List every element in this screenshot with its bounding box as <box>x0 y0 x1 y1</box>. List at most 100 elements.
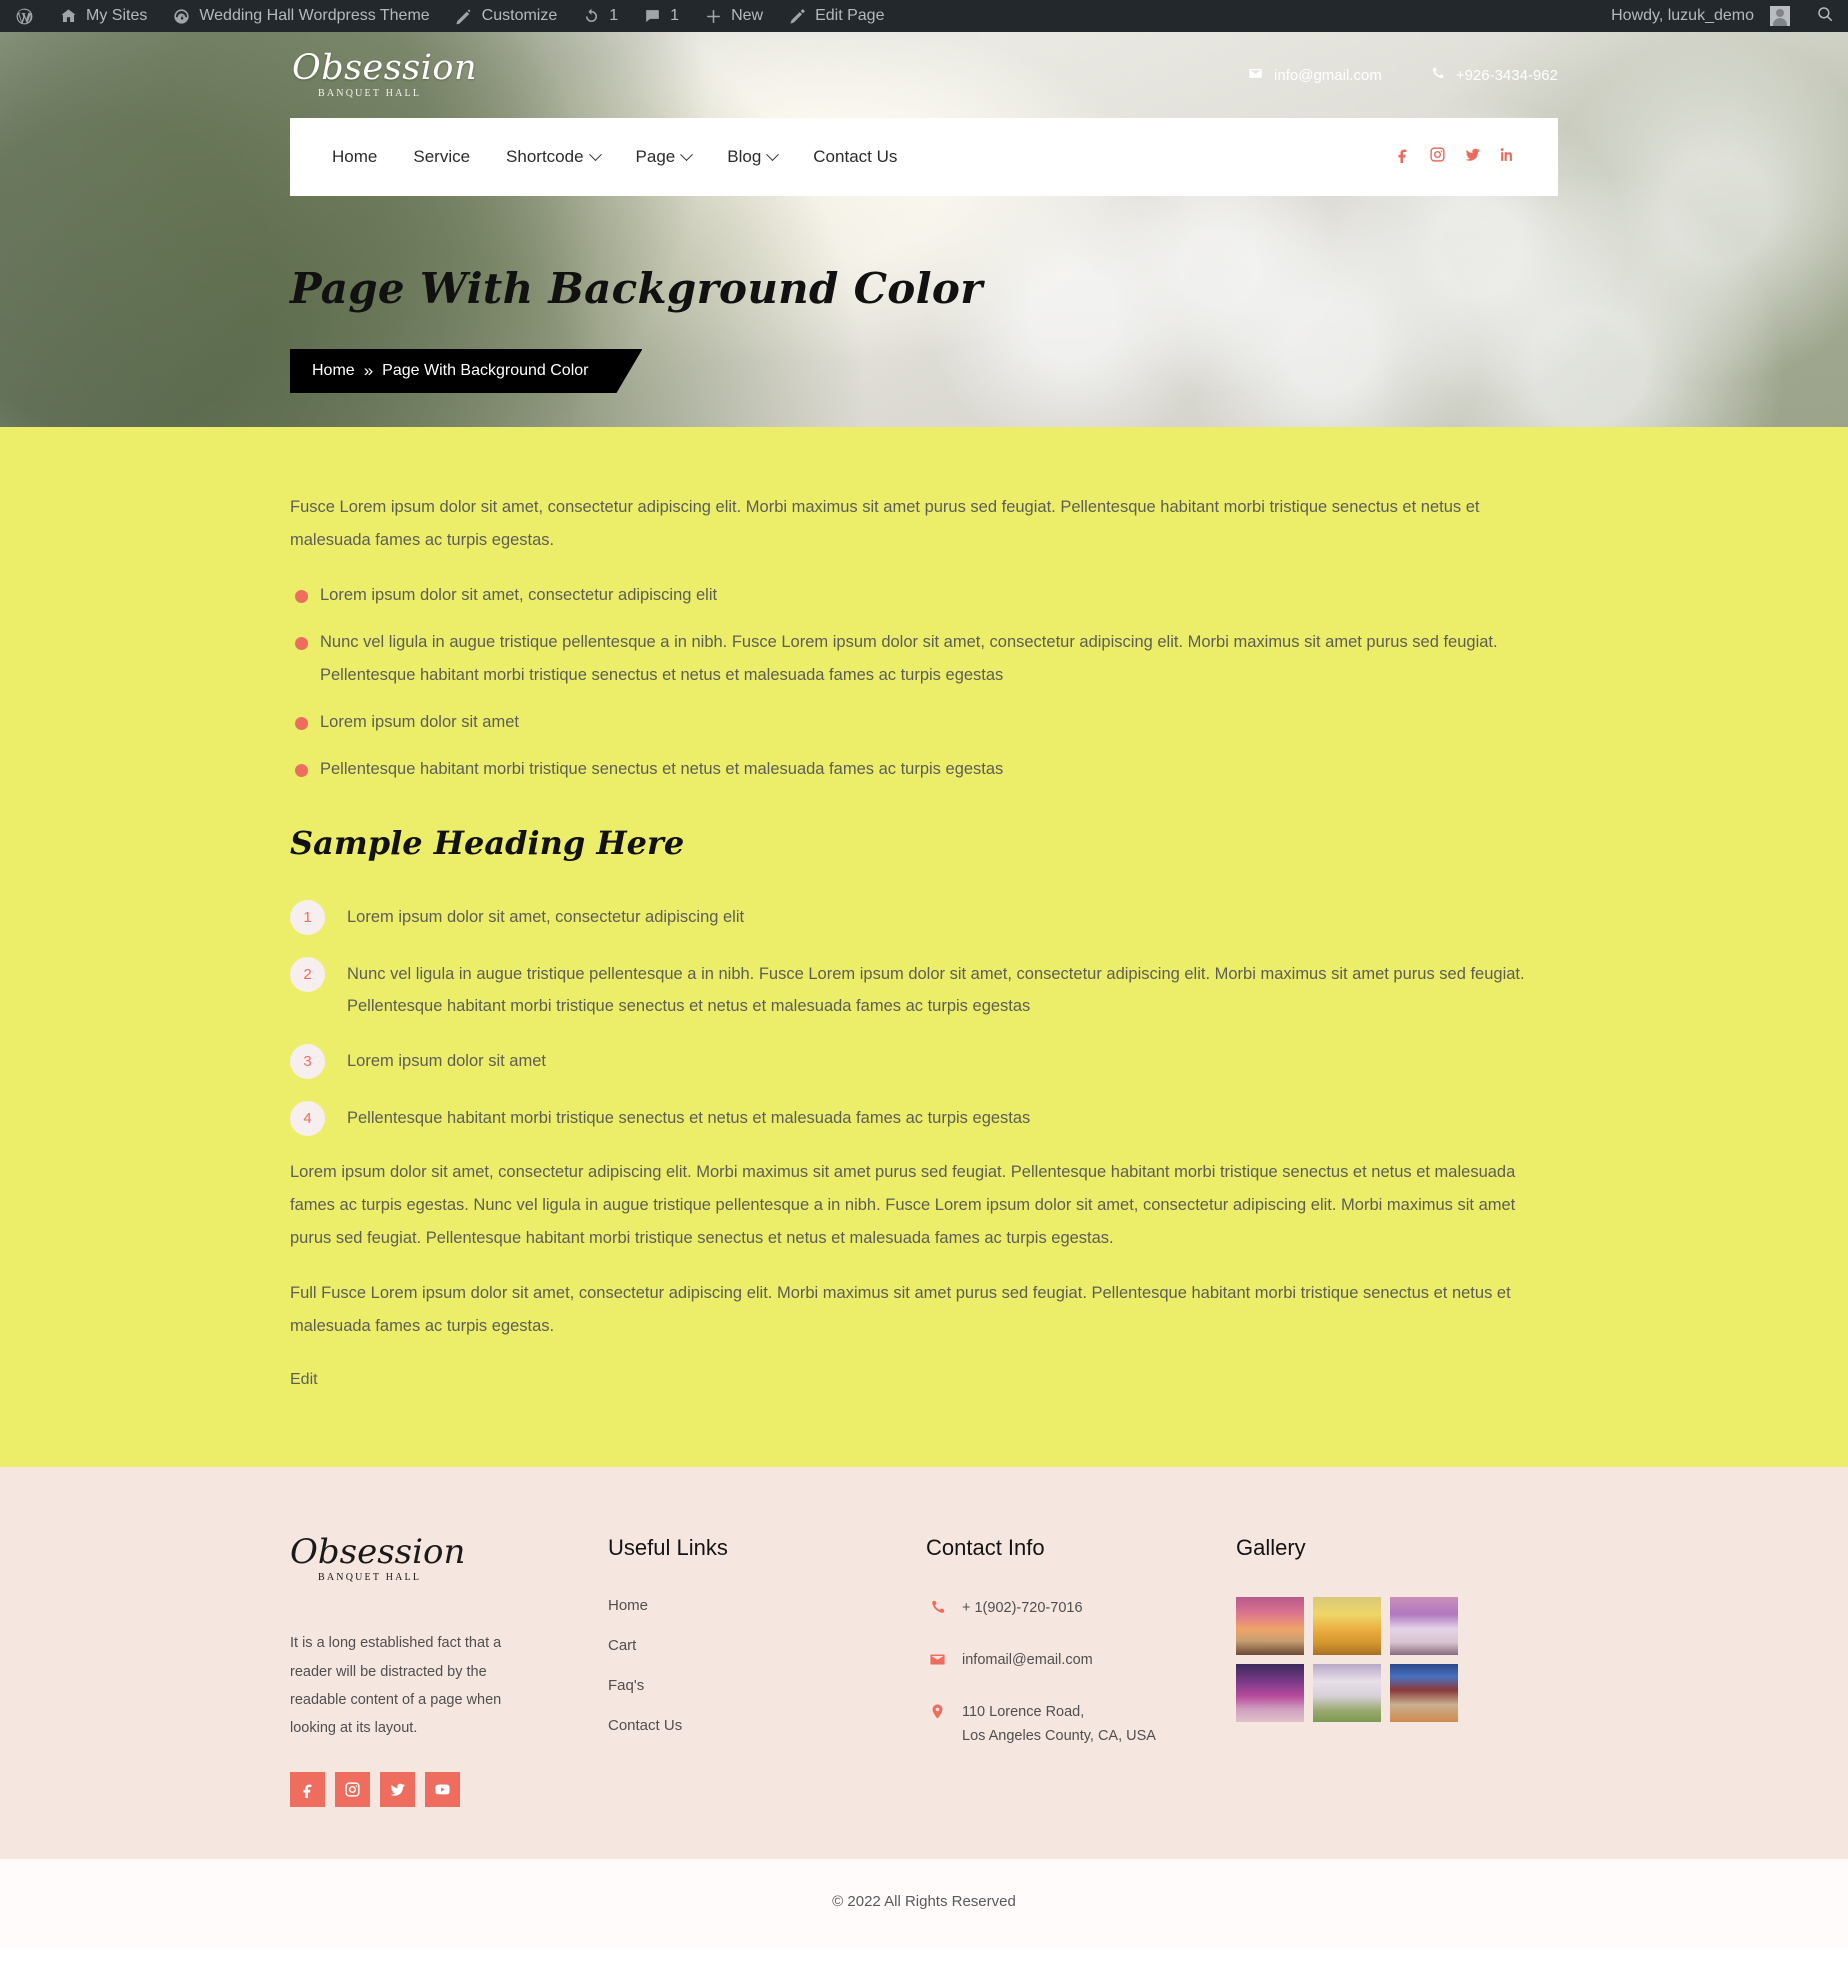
list-item: Home <box>608 1597 914 1615</box>
admin-bar-updates[interactable]: 1 <box>569 0 630 32</box>
admin-bar-customize[interactable]: Customize <box>442 0 570 32</box>
gallery-thumb-3[interactable] <box>1390 1597 1458 1656</box>
breadcrumb-wrapper: Home » Page With Background Color <box>290 349 1558 393</box>
list-item: 3 Lorem ipsum dolor sit amet <box>290 1042 1558 1080</box>
dashboard-icon <box>171 6 191 26</box>
nav-item-shortcode[interactable]: Shortcode <box>488 147 618 167</box>
list-number-badge: 3 <box>290 1044 325 1080</box>
comments-icon <box>642 6 662 26</box>
nav-item-service[interactable]: Service <box>395 147 488 167</box>
footer-link-home[interactable]: Home <box>608 1597 648 1614</box>
nav-item-page[interactable]: Page <box>618 147 710 167</box>
footer-logo[interactable]: Obsession Banquet Hall <box>290 1535 596 1583</box>
page-content: Fusce Lorem ipsum dolor sit amet, consec… <box>0 427 1848 1468</box>
list-item-text: Nunc vel ligula in augue tristique pelle… <box>347 965 1525 1016</box>
wordpress-icon <box>14 6 34 26</box>
footer-link-faqs[interactable]: Faq's <box>608 1677 644 1694</box>
twitter-icon[interactable] <box>1464 146 1481 168</box>
twitter-icon[interactable] <box>380 1772 415 1808</box>
site-logo-script: Obsession <box>292 48 478 88</box>
admin-bar-wordpress-logo[interactable] <box>2 0 46 32</box>
footer-phone-text[interactable]: + 1(902)-720-7016 <box>962 1597 1083 1621</box>
list-item: 4 Pellentesque habitant morbi tristique … <box>290 1099 1558 1137</box>
footer-grid: Obsession Banquet Hall It is a long esta… <box>290 1535 1558 1808</box>
list-item: 1 Lorem ipsum dolor sit amet, consectetu… <box>290 898 1558 935</box>
footer-contact-column: Contact Info + 1(902)-720-7016 infomail@… <box>926 1535 1236 1807</box>
list-item: Faq's <box>608 1677 914 1695</box>
footer-gallery-column: Gallery <box>1236 1535 1558 1807</box>
phone-icon <box>1430 66 1445 85</box>
nav-item-contact-us[interactable]: Contact Us <box>795 147 915 167</box>
admin-bar-howdy-label: Howdy, luzuk_demo <box>1611 7 1754 24</box>
admin-bar-comments-count: 1 <box>670 7 680 24</box>
gallery-thumb-2[interactable] <box>1313 1597 1381 1656</box>
header-phone-label: +926-3434-962 <box>1455 66 1558 84</box>
site-footer: Obsession Banquet Hall It is a long esta… <box>0 1467 1848 1860</box>
header-phone[interactable]: +926-3434-962 <box>1430 66 1558 85</box>
footer-gallery-grid <box>1236 1597 1546 1723</box>
edit-page-link[interactable]: Edit <box>290 1371 318 1389</box>
admin-bar-new[interactable]: New <box>691 0 775 32</box>
body-paragraph-2: Lorem ipsum dolor sit amet, consectetur … <box>290 1163 1516 1248</box>
header-email[interactable]: info@gmail.com <box>1248 66 1382 85</box>
list-item: Lorem ipsum dolor sit amet, consectetur … <box>290 579 1558 612</box>
content-container: Fusce Lorem ipsum dolor sit amet, consec… <box>290 491 1558 1389</box>
admin-bar-my-account[interactable]: Howdy, luzuk_demo <box>1599 0 1802 32</box>
list-number-badge: 4 <box>290 1101 325 1137</box>
site-logo-subtitle: Banquet Hall <box>318 88 422 99</box>
plus-icon <box>703 6 723 26</box>
footer-links-heading: Useful Links <box>608 1535 728 1561</box>
header-email-label: info@gmail.com <box>1274 66 1382 84</box>
main-menu: Home Service Shortcode Page Blog Contact… <box>332 147 915 167</box>
site-logo[interactable]: Obsession Banquet Hall <box>290 48 478 100</box>
list-item: + 1(902)-720-7016 <box>926 1597 1224 1621</box>
admin-bar-my-sites[interactable]: My Sites <box>46 0 159 32</box>
admin-bar-search[interactable] <box>1802 0 1848 32</box>
facebook-icon[interactable] <box>290 1772 325 1808</box>
gallery-thumb-6[interactable] <box>1390 1664 1458 1723</box>
instagram-icon[interactable] <box>1429 146 1446 168</box>
footer-link-contact-us[interactable]: Contact Us <box>608 1717 682 1734</box>
intro-paragraph: Fusce Lorem ipsum dolor sit amet, consec… <box>290 498 1480 549</box>
footer-links-list: Home Cart Faq's Contact Us <box>608 1597 914 1735</box>
search-icon <box>1816 5 1834 28</box>
facebook-icon[interactable] <box>1394 146 1411 168</box>
bullet-list: Lorem ipsum dolor sit amet, consectetur … <box>290 579 1558 786</box>
sites-icon <box>58 6 78 26</box>
admin-bar-comments[interactable]: 1 <box>630 0 691 32</box>
list-item-text: Lorem ipsum dolor sit amet <box>347 1052 546 1071</box>
page-title: Page With Background Color <box>290 264 983 313</box>
footer-about-column: Obsession Banquet Hall It is a long esta… <box>290 1535 608 1808</box>
admin-bar-edit-page[interactable]: Edit Page <box>775 0 896 32</box>
admin-bar-edit-page-label: Edit Page <box>815 7 885 24</box>
nav-item-blog[interactable]: Blog <box>709 147 795 167</box>
footer-logo-subtitle: Banquet Hall <box>318 1572 422 1584</box>
footer-social-links <box>290 1772 596 1808</box>
breadcrumb-home[interactable]: Home <box>312 362 355 380</box>
nav-item-home[interactable]: Home <box>332 147 395 167</box>
gallery-thumb-4[interactable] <box>1236 1664 1304 1723</box>
nav-item-shortcode-label: Shortcode <box>506 147 584 166</box>
header-contacts: info@gmail.com +926-3434-962 <box>1248 66 1558 85</box>
gallery-thumb-1[interactable] <box>1236 1597 1304 1656</box>
youtube-icon[interactable] <box>425 1772 460 1808</box>
footer-email-text[interactable]: infomail@email.com <box>962 1649 1093 1673</box>
instagram-icon[interactable] <box>335 1772 370 1808</box>
gallery-thumb-5[interactable] <box>1313 1664 1381 1723</box>
avatar <box>1770 6 1790 26</box>
linkedin-icon[interactable] <box>1499 146 1516 168</box>
main-navigation-bar: Home Service Shortcode Page Blog Contact… <box>290 118 1558 196</box>
envelope-icon <box>1248 66 1263 85</box>
list-item: Contact Us <box>608 1717 914 1735</box>
footer-link-cart[interactable]: Cart <box>608 1637 636 1654</box>
footer-links-column: Useful Links Home Cart Faq's Contact Us <box>608 1535 926 1807</box>
list-number-badge: 1 <box>290 900 325 935</box>
list-item-text: Lorem ipsum dolor sit amet, consectetur … <box>347 908 745 926</box>
list-item: Cart <box>608 1637 914 1655</box>
footer-address-text: 110 Lorence Road, Los Angeles County, CA… <box>962 1704 1156 1745</box>
footer-about-text: It is a long established fact that a rea… <box>290 1635 502 1737</box>
admin-bar-customize-label: Customize <box>481 7 558 24</box>
admin-bar-site-name[interactable]: Wedding Hall Wordpress Theme <box>159 0 441 32</box>
nav-item-page-label: Page <box>635 147 676 166</box>
footer-logo-script: Obsession <box>290 1532 466 1573</box>
